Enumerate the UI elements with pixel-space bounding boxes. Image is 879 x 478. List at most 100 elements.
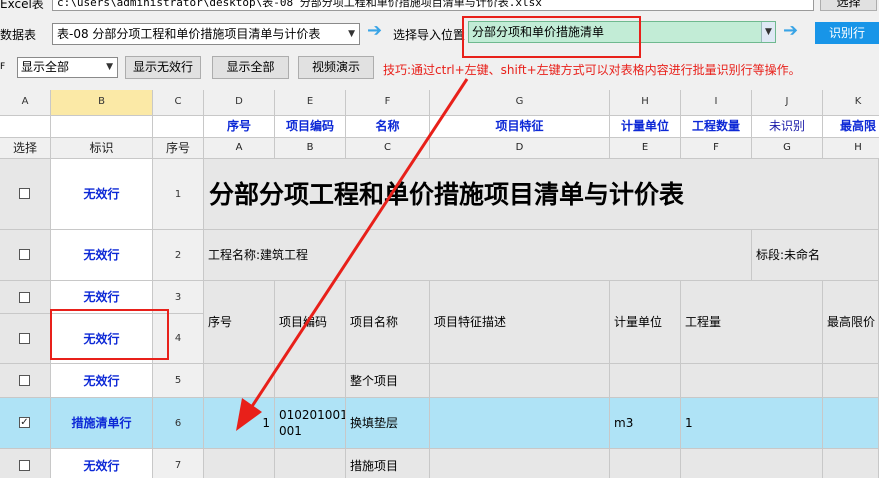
table-row-select[interactable] bbox=[0, 314, 51, 364]
field-header-max-price[interactable]: 最高限 bbox=[823, 116, 879, 138]
show-all-button[interactable]: 显示全部 bbox=[212, 56, 289, 79]
sheet-dropdown[interactable]: 表-08 分部分项工程和单价措施项目清单与计价表 ▼ bbox=[52, 23, 360, 45]
col-header-h[interactable]: H bbox=[610, 90, 681, 116]
col-header-k[interactable]: K bbox=[823, 90, 879, 116]
data-cell bbox=[275, 449, 346, 478]
field-header-item-code[interactable]: 项目编码 bbox=[275, 116, 346, 138]
import-position-value: 分部分项和单价措施清单 bbox=[472, 25, 605, 39]
header-code-cell: 项目编码 bbox=[275, 281, 346, 364]
row-checkbox[interactable] bbox=[19, 333, 30, 344]
col-header-d[interactable]: D bbox=[204, 90, 275, 116]
sheet-title-cell: 分部分项工程和单价措施项目清单与计价表 bbox=[204, 159, 879, 230]
field-header-unrecognized[interactable]: 未识别 bbox=[752, 116, 823, 138]
field-header-b[interactable] bbox=[51, 116, 153, 138]
sub-header-g: G bbox=[752, 138, 823, 159]
row-tag[interactable]: 无效行 bbox=[51, 314, 153, 364]
row-checkbox[interactable] bbox=[19, 292, 30, 303]
chevron-down-icon: ▼ bbox=[761, 22, 775, 42]
filter-dropdown-value: 显示全部 bbox=[21, 60, 70, 74]
data-cell-serial: 1 bbox=[204, 398, 275, 449]
file-path-row: Excel表 c:\users\administrator\desktop\表-… bbox=[0, 0, 879, 14]
col-header-b[interactable]: B bbox=[51, 90, 153, 116]
tip-text: 技巧:通过ctrl+左键、shift+左键方式可以对表格内容进行批量识别行等操作… bbox=[383, 63, 801, 77]
row-checkbox-checked[interactable]: ✓ bbox=[19, 417, 30, 428]
import-position-label: 选择导入位置 bbox=[393, 28, 466, 42]
row-checkbox[interactable] bbox=[19, 249, 30, 260]
row-number: 2 bbox=[153, 230, 204, 281]
col-header-i[interactable]: I bbox=[681, 90, 752, 116]
sheet-label: 数据表 bbox=[0, 28, 37, 42]
row-number: 5 bbox=[153, 364, 204, 398]
data-cell-feature bbox=[430, 398, 610, 449]
row-tag[interactable]: 措施清单行 bbox=[51, 398, 153, 449]
row-tag[interactable]: 无效行 bbox=[51, 281, 153, 314]
file-path-field[interactable]: c:\users\administrator\desktop\表-08 分部分项… bbox=[52, 0, 814, 11]
sub-header-h: H bbox=[823, 138, 879, 159]
section-cell: 标段:未命名 bbox=[752, 230, 879, 281]
field-header-unit[interactable]: 计量单位 bbox=[610, 116, 681, 138]
col-header-e[interactable]: E bbox=[275, 90, 346, 116]
row-checkbox[interactable] bbox=[19, 460, 30, 471]
header-unit-cell: 计量单位 bbox=[610, 281, 681, 364]
row-tag[interactable]: 无效行 bbox=[51, 364, 153, 398]
data-cell bbox=[204, 364, 275, 398]
table-row-select[interactable] bbox=[0, 230, 51, 281]
data-cell bbox=[204, 449, 275, 478]
sub-header-b: B bbox=[275, 138, 346, 159]
arrow-right-icon: ➔ bbox=[367, 20, 383, 41]
field-header-quantity[interactable]: 工程数量 bbox=[681, 116, 752, 138]
row-checkbox[interactable] bbox=[19, 375, 30, 386]
field-header-serial[interactable]: 序号 bbox=[204, 116, 275, 138]
sub-header-tag: 标识 bbox=[51, 138, 153, 159]
field-header-c[interactable] bbox=[153, 116, 204, 138]
video-demo-button[interactable]: 视频演示 bbox=[298, 56, 374, 79]
row-number: 1 bbox=[153, 159, 204, 230]
data-cell bbox=[275, 364, 346, 398]
data-cell-name: 措施项目 bbox=[346, 449, 430, 478]
toolbar-left-marker: F bbox=[0, 62, 6, 72]
table-row-select[interactable] bbox=[0, 159, 51, 230]
select-file-button[interactable]: 选择 bbox=[820, 0, 877, 11]
project-name-cell: 工程名称:建筑工程 bbox=[204, 230, 752, 281]
col-header-g[interactable]: G bbox=[430, 90, 610, 116]
table-row-select[interactable] bbox=[0, 364, 51, 398]
col-header-f[interactable]: F bbox=[346, 90, 430, 116]
sub-header-f: F bbox=[681, 138, 752, 159]
col-header-j[interactable]: J bbox=[752, 90, 823, 116]
code-line-1: 010201001 bbox=[279, 408, 346, 422]
sheet-dropdown-value: 表-08 分部分项工程和单价措施项目清单与计价表 bbox=[57, 27, 321, 41]
row-tag[interactable]: 无效行 bbox=[51, 449, 153, 478]
identify-row-button[interactable]: 识别行 bbox=[815, 22, 879, 44]
data-cell bbox=[430, 364, 610, 398]
sub-header-d: D bbox=[430, 138, 610, 159]
data-cell-max-price bbox=[823, 398, 879, 449]
header-quantity-cell: 工程量 bbox=[681, 281, 823, 364]
table-row-select[interactable]: ✓ bbox=[0, 398, 51, 449]
table-row-select[interactable] bbox=[0, 281, 51, 314]
data-cell bbox=[610, 449, 681, 478]
row-tag[interactable]: 无效行 bbox=[51, 159, 153, 230]
table-row-select[interactable] bbox=[0, 449, 51, 478]
sub-header-row-no: 序号 bbox=[153, 138, 204, 159]
col-header-a[interactable]: A bbox=[0, 90, 51, 116]
chevron-down-icon: ▼ bbox=[348, 29, 355, 39]
header-max-price-cell: 最高限价 bbox=[823, 281, 879, 364]
field-header-feature[interactable]: 项目特征 bbox=[430, 116, 610, 138]
path-label: Excel表 bbox=[0, 0, 44, 11]
sub-header-a: A bbox=[204, 138, 275, 159]
data-cell-code: 010201001 001 bbox=[275, 398, 346, 449]
filter-dropdown[interactable]: 显示全部 ▼ bbox=[17, 57, 118, 78]
row-tag[interactable]: 无效行 bbox=[51, 230, 153, 281]
show-invalid-rows-button[interactable]: 显示无效行 bbox=[125, 56, 201, 79]
field-header-name[interactable]: 名称 bbox=[346, 116, 430, 138]
row-checkbox[interactable] bbox=[19, 188, 30, 199]
sub-header-select: 选择 bbox=[0, 138, 51, 159]
data-cell-name: 换填垫层 bbox=[346, 398, 430, 449]
row-number: 7 bbox=[153, 449, 204, 478]
import-position-dropdown[interactable]: 分部分项和单价措施清单 ▼ bbox=[468, 21, 776, 43]
data-cell-quantity: 1 bbox=[681, 398, 823, 449]
data-cell bbox=[430, 449, 610, 478]
col-header-c[interactable]: C bbox=[153, 90, 204, 116]
field-header-a[interactable] bbox=[0, 116, 51, 138]
data-cell bbox=[610, 364, 681, 398]
